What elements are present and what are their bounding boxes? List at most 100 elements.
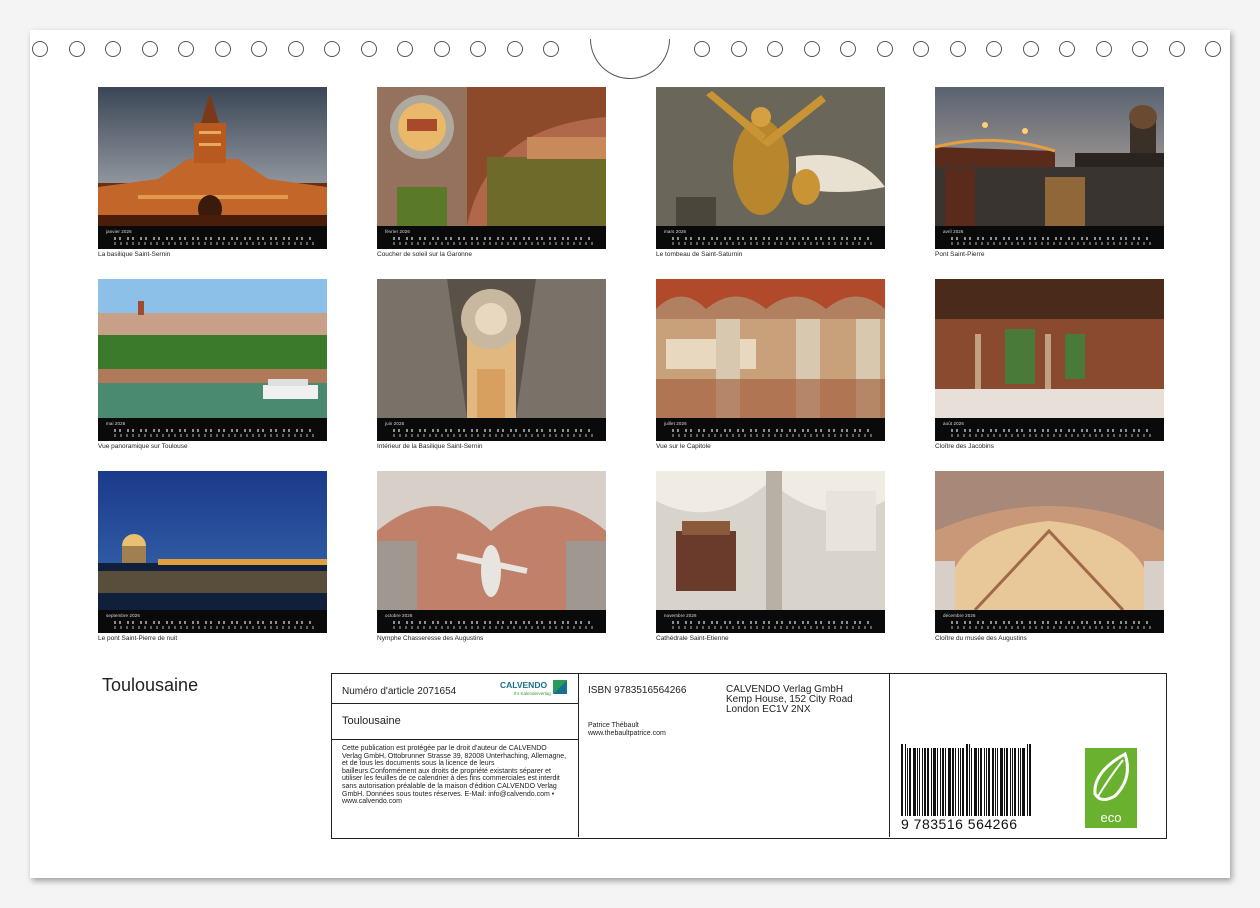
binding-hole [949,41,966,57]
binding-hole [433,41,450,57]
month-calendar-grid: mars 2026 [656,226,885,249]
photo-cloitre-jacobins [935,279,1164,418]
month-calendar-grid: décembre 2026 [935,610,1164,633]
copyright-notice: Cette publication est protégée par le dr… [342,745,567,806]
title-row: Toulousaine [332,703,578,740]
day-numbers [951,237,1151,240]
binding-hole [287,41,304,57]
photo-caption: Vue panoramique sur Toulouse [98,443,188,450]
binding-hole [803,41,820,57]
photo-caption: La basilique Saint-Sernin [98,251,171,258]
barcode-bars [901,744,1051,816]
day-names [672,242,872,245]
photo-tombeau-saint-saturnin [656,87,885,226]
binding-hole [913,41,929,57]
day-names [114,434,314,437]
binding-hole [1022,41,1039,57]
photo-pont-saint-pierre [935,87,1164,226]
binding-hole [1168,41,1185,57]
photo-caption: Cloître des Jacobins [935,443,994,450]
binding-hole [543,41,559,57]
month-calendar-grid: octobre 2026 [377,610,606,633]
month-tile: mars 2026 Le tombeau de Saint-Saturnin [656,87,885,258]
day-names [672,434,872,437]
month-tile: février 2026 Coucher de soleil sur la Ga… [377,87,606,258]
month-tile: septembre 2026 Le pont Saint-Pierre de n… [98,471,327,642]
binding-hole [470,41,486,57]
calvendo-logo-icon [553,680,567,694]
binding-hole [251,41,267,57]
binding-hole [1059,41,1075,57]
binding-hole [876,41,893,57]
day-numbers [951,621,1151,624]
photo-pont-saint-pierre-nuit [98,471,327,610]
binding-rings [30,39,1230,79]
info-column-left: Numéro d'article 2071654 CALVENDO Ihr Ka… [332,674,579,837]
calvendo-logo-tagline: Ihr Kalenderverlag [514,691,551,696]
month-label: novembre 2026 [664,613,697,618]
month-tile: août 2026 Cloître des Jacobins [935,279,1164,450]
month-tile: octobre 2026 Nymphe Chasseresse des Augu… [377,471,606,642]
day-numbers [114,237,314,240]
day-numbers [393,237,593,240]
day-numbers [393,621,593,624]
binding-hole [68,41,85,57]
month-calendar-grid: novembre 2026 [656,610,885,633]
publisher-city: London EC1V 2NX [726,704,811,715]
day-names [393,626,593,629]
month-tile: juillet 2026 Vue sur le Capitole [656,279,885,450]
calendar-back-page: janvier 2026 La basilique Saint-Sernin f… [30,30,1230,878]
photo-vue-panoramique [98,279,327,418]
month-calendar-grid: août 2026 [935,418,1164,441]
day-names [951,242,1151,245]
month-label: décembre 2026 [943,613,976,618]
info-calendar-title: Toulousaine [342,715,401,727]
calvendo-logo-text: CALVENDO [500,680,548,690]
day-numbers [672,237,872,240]
calendar-title: Toulousaine [102,675,199,695]
photo-cloitre-augustins [935,471,1164,610]
binding-hole [105,41,121,57]
photo-caption: Cathédrale Saint-Etienne [656,635,729,642]
barcode-number: 9 783516 564266 [901,816,1018,832]
photo-caption: Vue sur le Capitole [656,443,711,450]
binding-hole [32,41,48,57]
binding-hole [1205,41,1221,57]
author-info: Patrice Thébault www.thebaultpatrice.com [588,722,666,738]
month-label: janvier 2026 [106,229,132,234]
day-numbers [393,429,593,432]
binding-hole [694,41,710,57]
binding-hole [178,41,194,57]
photo-basilique-saint-sernin [98,87,327,226]
month-calendar-grid: mai 2026 [98,418,327,441]
binding-hole [1132,41,1148,57]
month-tile: novembre 2026 Cathédrale Saint-Etienne [656,471,885,642]
month-calendar-grid: janvier 2026 [98,226,327,249]
month-label: juillet 2026 [664,421,687,426]
binding-hole [360,41,377,57]
leaf-icon [1093,751,1129,801]
day-numbers [672,621,872,624]
photo-caption: Cloître du musée des Augustins [935,635,1027,642]
photo-caption: Nymphe Chasseresse des Augustins [377,635,484,642]
author-website: www.thebaultpatrice.com [588,730,666,737]
photo-caption: Le pont Saint-Pierre de nuit [98,635,178,642]
day-names [114,626,314,629]
month-label: septembre 2026 [106,613,140,618]
month-tile: janvier 2026 La basilique Saint-Sernin [98,87,327,258]
month-calendar-grid: septembre 2026 [98,610,327,633]
photo-vue-capitole [656,279,885,418]
eco-text: eco [1100,810,1122,825]
binding-hole [141,41,158,57]
month-tile: mai 2026 Vue panoramique sur Toulouse [98,279,327,450]
day-names [114,242,314,245]
month-tile: décembre 2026 Cloître du musée des Augus… [935,471,1164,642]
photo-caption: Le tombeau de Saint-Saturnin [656,251,743,258]
binding-hole [397,41,413,57]
month-label: mars 2026 [664,229,687,234]
binding-hole [840,41,856,57]
isbn: ISBN 9783516564266 [588,685,687,696]
publisher-info-box: Numéro d'article 2071654 CALVENDO Ihr Ka… [331,673,1167,839]
binding-hole [324,41,340,57]
photo-interieur-basilique [377,279,606,418]
